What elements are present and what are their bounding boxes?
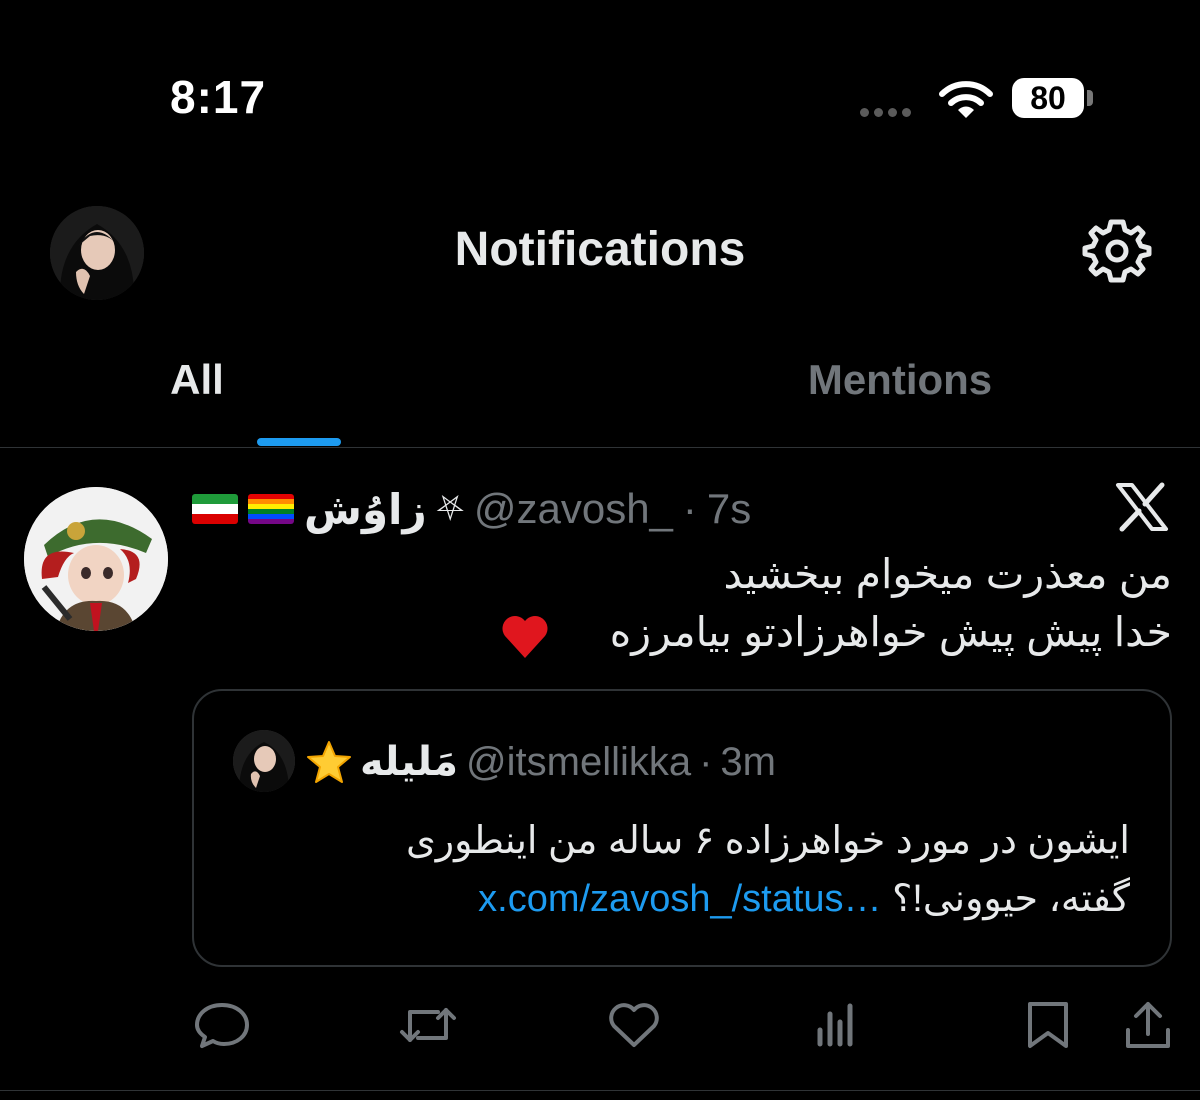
quoted-post-header: مَلیله @itsmellikka · 3m bbox=[306, 734, 776, 790]
share-icon[interactable] bbox=[1118, 1000, 1178, 1050]
post-author-avatar[interactable] bbox=[24, 487, 168, 631]
tab-all[interactable]: All bbox=[0, 356, 600, 404]
tabs-divider bbox=[0, 447, 1200, 448]
active-tab-indicator bbox=[257, 438, 341, 446]
post-author-handle[interactable]: @zavosh_ bbox=[474, 485, 673, 533]
quoted-separator-dot: · bbox=[699, 739, 713, 784]
quoted-post-text: ایشون در مورد خواهرزاده ۶ ساله من اینطور… bbox=[300, 812, 1130, 928]
tab-mentions[interactable]: Mentions bbox=[600, 356, 1200, 404]
like-icon[interactable] bbox=[604, 1000, 664, 1050]
tab-all-label: All bbox=[170, 356, 224, 403]
iran-flag-icon bbox=[192, 494, 238, 524]
post-separator-dot: · bbox=[682, 485, 697, 532]
tab-mentions-label: Mentions bbox=[807, 356, 993, 403]
wifi-icon bbox=[938, 78, 994, 122]
post-header: زاوُش ⛧ @zavosh_ · 7s bbox=[192, 482, 751, 536]
cellular-signal-icon bbox=[860, 104, 916, 122]
quoted-text-line-1: ایشون در مورد خواهرزاده ۶ ساله من اینطور… bbox=[405, 820, 1130, 862]
post-bottom-divider bbox=[0, 1090, 1200, 1091]
quoted-author-handle[interactable]: @itsmellikka bbox=[466, 740, 691, 785]
quoted-author-name[interactable]: مَلیله bbox=[360, 739, 458, 785]
post-text-line-1: من معذرت میخوام ببخشید bbox=[723, 551, 1172, 597]
page-title: Notifications bbox=[454, 223, 746, 276]
post-author-name[interactable]: زاوُش bbox=[304, 485, 427, 534]
pentagram-icon: ⛧ bbox=[436, 489, 464, 528]
x-logo-icon bbox=[1114, 482, 1170, 532]
reply-icon[interactable] bbox=[192, 1000, 252, 1050]
views-icon[interactable] bbox=[810, 1000, 870, 1050]
rainbow-flag-icon bbox=[248, 494, 294, 524]
red-heart-emoji bbox=[500, 612, 550, 660]
status-time: 8:17 bbox=[170, 71, 267, 123]
post-timestamp[interactable]: 7s bbox=[707, 485, 751, 533]
quoted-text-line-2: گفته، حیوونی!؟ x.com/zavosh_/status… bbox=[300, 870, 1130, 928]
quoted-author-avatar[interactable] bbox=[233, 730, 295, 792]
settings-gear-icon[interactable] bbox=[1082, 216, 1152, 286]
quoted-text-line-2-words: گفته، حیوونی!؟ bbox=[892, 878, 1130, 920]
quoted-timestamp[interactable]: 3m bbox=[720, 740, 776, 785]
battery-indicator: 80 bbox=[1012, 78, 1084, 118]
status-link[interactable]: x.com/zavosh_/status… bbox=[478, 878, 881, 920]
battery-tip bbox=[1087, 90, 1093, 106]
star-emoji bbox=[306, 740, 352, 784]
retweet-icon[interactable] bbox=[398, 1000, 458, 1050]
bookmark-icon[interactable] bbox=[1018, 1000, 1078, 1050]
